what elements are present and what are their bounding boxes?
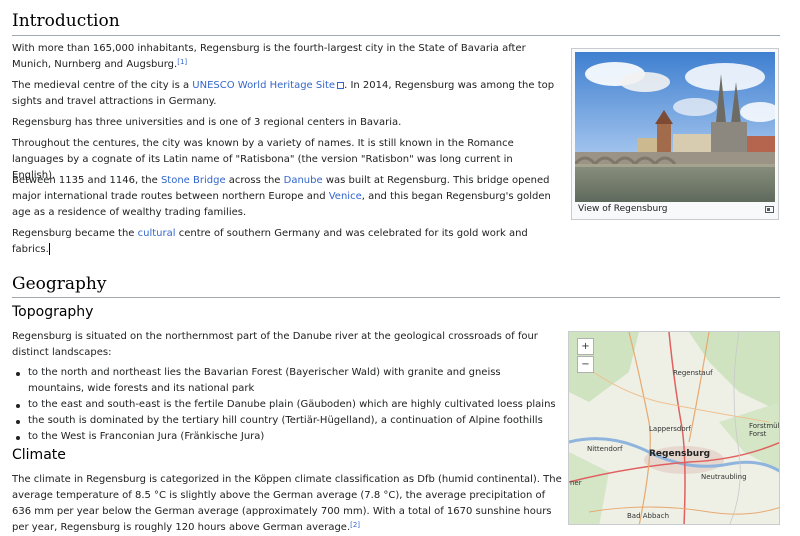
external-link-icon (337, 82, 345, 89)
intro-paragraph-5: Between 1135 and 1146, the Stone Bridge … (12, 173, 557, 221)
map-label-regensburg: Regensburg (649, 449, 711, 459)
danube-link[interactable]: Danube (284, 175, 323, 186)
regensburg-image-thumbnail: View of Regensburg (571, 48, 779, 220)
map-label-bad-abbach: Bad Abbach (627, 512, 670, 520)
heading-rule (12, 35, 780, 36)
topography-intro: Regensburg is situated on the northernmo… (12, 331, 538, 358)
climate-text: The climate in Regensburg is categorized… (12, 474, 562, 533)
text-cursor (48, 243, 50, 255)
reference-link[interactable]: [2] (350, 521, 360, 529)
heading-rule (12, 297, 780, 298)
cultural-link[interactable]: cultural (138, 228, 176, 239)
section-heading-introduction: Introduction (12, 11, 120, 31)
intro-text-1: With more than 165,000 inhabitants, Rege… (12, 43, 526, 70)
intro-paragraph-6[interactable]: Regensburg became the cultural centre of… (12, 226, 560, 258)
map-label-regenstauf: Regenstauf (673, 369, 713, 377)
intro-paragraph-2: The medieval centre of the city is a UNE… (12, 78, 560, 110)
map-label-edge: ner (570, 479, 582, 487)
intro-text-5a: Between 1135 and 1146, the (12, 175, 161, 186)
unesco-link[interactable]: UNESCO World Heritage Site (192, 80, 335, 91)
list-item: to the east and south-east is the fertil… (12, 397, 557, 413)
map-label-neutraubling: Neutraubling (701, 473, 747, 481)
intro-text-5b: across the (225, 175, 284, 186)
intro-text-2a: The medieval centre of the city is a (12, 80, 193, 91)
reference-link[interactable]: [1] (177, 58, 187, 66)
topography-list: to the north and northeast lies the Bava… (12, 365, 557, 445)
intro-text-6a: Regensburg became the (12, 228, 138, 239)
intro-paragraph-1: With more than 165,000 inhabitants, Rege… (12, 41, 552, 73)
map-label-nittendorf: Nittendorf (587, 445, 623, 453)
list-item: to the north and northeast lies the Bava… (12, 365, 557, 397)
zoom-in-button[interactable]: + (577, 338, 594, 355)
zoom-out-button[interactable]: − (577, 356, 594, 373)
regensburg-photo[interactable] (575, 52, 775, 202)
stone-bridge-link[interactable]: Stone Bridge (161, 175, 226, 186)
regensburg-map[interactable]: + − Regenstauf Lappersdorf Forstmühl For… (568, 331, 780, 525)
venice-link[interactable]: Venice (329, 191, 362, 202)
map-label-forstmuhl: Forstmühl Forst (749, 422, 779, 438)
climate-paragraph: The climate in Regensburg is categorized… (12, 472, 567, 536)
list-item: to the West is Franconian Jura (Fränkisc… (12, 429, 557, 445)
enlarge-icon[interactable] (765, 206, 774, 213)
list-item: the south is dominated by the tertiary h… (12, 413, 557, 429)
subheading-topography: Topography (12, 304, 94, 320)
intro-paragraph-3: Regensburg has three universities and is… (12, 117, 402, 128)
map-label-lappersdorf: Lappersdorf (649, 425, 691, 433)
image-caption: View of Regensburg (578, 204, 668, 214)
section-heading-geography: Geography (12, 274, 107, 294)
subheading-climate: Climate (12, 447, 66, 463)
